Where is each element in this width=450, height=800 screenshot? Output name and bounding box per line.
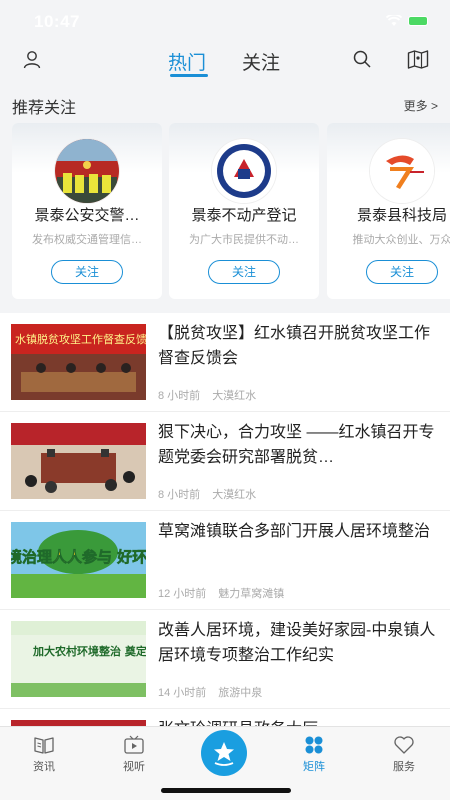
thumb-banner-text: 水镇脱贫攻坚工作督查反馈 (15, 332, 146, 346)
news-item[interactable]: 水镇脱贫攻坚工作督查反馈 【脱贫攻坚】红水镇召开脱贫攻坚工作督查反馈会 8 小时… (0, 313, 450, 412)
tab-label: 资讯 (33, 761, 55, 773)
tab-service[interactable]: 服务 (374, 735, 434, 774)
news-time: 14 小时前 (158, 687, 207, 699)
tab-label: 服务 (393, 761, 415, 773)
news-title: 【脱贫攻坚】红水镇召开脱贫攻坚工作督查反馈会 (158, 325, 431, 367)
news-thumbnail: 水镇脱贫攻坚工作督查反馈 (11, 324, 146, 400)
top-nav: 热门 关注 (0, 44, 450, 84)
news-title: 狠下决心，合力攻坚 ——红水镇召开专题党委会研究部署脱贫… (158, 424, 435, 466)
real-estate-emblem (212, 139, 276, 203)
wifi-icon (386, 15, 402, 27)
news-meta: 8 小时前 大漠红水 (158, 387, 256, 403)
card-name: 景泰县科技局 (356, 207, 447, 224)
news-item[interactable]: 狠下决心，合力攻坚 ——红水镇召开专题党委会研究部署脱贫… 8 小时前 大漠红水 (0, 412, 450, 511)
police-avatar (55, 139, 119, 203)
tab-follow[interactable]: 关注 (242, 48, 280, 75)
status-time: 10:47 (34, 12, 80, 31)
follow-button[interactable]: 关注 (51, 260, 123, 284)
recommend-title: 推荐关注 (12, 100, 77, 117)
news-title: 草窝滩镇联合多部门开展人居环境整治 (158, 523, 431, 540)
news-thumbnail: 境治理人人参与 好环境家家享受 (11, 522, 146, 598)
card-name: 景泰公安交警… (34, 207, 140, 224)
card-description: 发布权威交通管理信… (32, 234, 142, 246)
news-source: 大漠红水 (212, 390, 257, 402)
news-source: 魅力草窝滩镇 (218, 588, 285, 600)
recommend-carousel[interactable]: 景泰公安交警… 发布权威交通管理信… 关注 景泰不动产登记 为广大市民提供不动…… (12, 123, 450, 299)
active-tab-indicator (170, 74, 208, 77)
tab-hot[interactable]: 热门 (168, 48, 206, 75)
science-bureau-logo (370, 139, 434, 203)
battery-icon (408, 16, 428, 26)
news-title: 改善人居环境，建设美好家园-中泉镇人居环境专项整治工作纪实 (158, 622, 436, 664)
news-title: 张文玲调研县政务大厅 (158, 717, 436, 726)
heart-icon (394, 736, 414, 754)
thumb-slogan-text: 境治理人人参与 好环境家家享受 (11, 548, 146, 566)
home-button[interactable] (201, 730, 247, 776)
tab-matrix[interactable]: 矩阵 (284, 735, 344, 774)
news-thumbnail: 加大农村环境整治 奠定乡村振兴基础 (11, 621, 146, 697)
status-indicators (386, 15, 428, 27)
follow-button[interactable]: 关注 (366, 260, 438, 284)
map-icon[interactable] (407, 49, 429, 69)
recommend-header: 推荐关注 更多 > (12, 94, 438, 117)
matrix-icon (305, 736, 323, 754)
news-time: 12 小时前 (158, 588, 207, 600)
news-book-icon (34, 737, 54, 754)
news-time: 8 小时前 (158, 489, 201, 501)
follow-button[interactable]: 关注 (208, 260, 280, 284)
home-indicator (161, 788, 291, 793)
thumb-slogan-text: 加大农村环境整治 奠定乡村振兴基础 (32, 644, 146, 658)
search-icon[interactable] (352, 49, 372, 69)
news-time: 8 小时前 (158, 390, 201, 402)
tab-video[interactable]: 视听 (104, 735, 164, 774)
news-item[interactable]: 加大农村环境整治 奠定乡村振兴基础 改善人居环境，建设美好家园-中泉镇人居环境专… (0, 610, 450, 709)
news-source: 旅游中泉 (218, 687, 263, 699)
recommend-card[interactable]: 景泰县科技局 推动大众创业、万众 关注 (327, 123, 450, 299)
card-description: 推动大众创业、万众 (352, 234, 450, 246)
recommend-card[interactable]: 景泰不动产登记 为广大市民提供不动… 关注 (169, 123, 319, 299)
more-link[interactable]: 更多 > (404, 97, 438, 114)
news-list[interactable]: 水镇脱贫攻坚工作督查反馈 【脱贫攻坚】红水镇召开脱贫攻坚工作督查反馈会 8 小时… (0, 313, 450, 726)
tab-label: 矩阵 (303, 761, 325, 773)
news-meta: 14 小时前 旅游中泉 (158, 684, 262, 700)
news-meta: 12 小时前 魅力草窝滩镇 (158, 585, 284, 601)
card-description: 为广大市民提供不动… (189, 234, 299, 246)
news-thumbnail (11, 423, 146, 499)
news-source: 大漠红水 (212, 489, 257, 501)
tab-label: 视听 (123, 761, 145, 773)
news-item[interactable]: 张文玲调研县政务大厅 (0, 709, 450, 726)
recommend-card[interactable]: 景泰公安交警… 发布权威交通管理信… 关注 (12, 123, 162, 299)
tab-news[interactable]: 资讯 (14, 735, 74, 774)
news-meta: 8 小时前 大漠红水 (158, 486, 256, 502)
home-star-icon (214, 742, 234, 766)
card-name: 景泰不动产登记 (191, 207, 297, 224)
status-bar: 10:47 (0, 0, 450, 44)
tv-icon (124, 735, 144, 754)
user-icon[interactable] (22, 49, 42, 69)
news-item[interactable]: 境治理人人参与 好环境家家享受 草窝滩镇联合多部门开展人居环境整治 12 小时前… (0, 511, 450, 610)
